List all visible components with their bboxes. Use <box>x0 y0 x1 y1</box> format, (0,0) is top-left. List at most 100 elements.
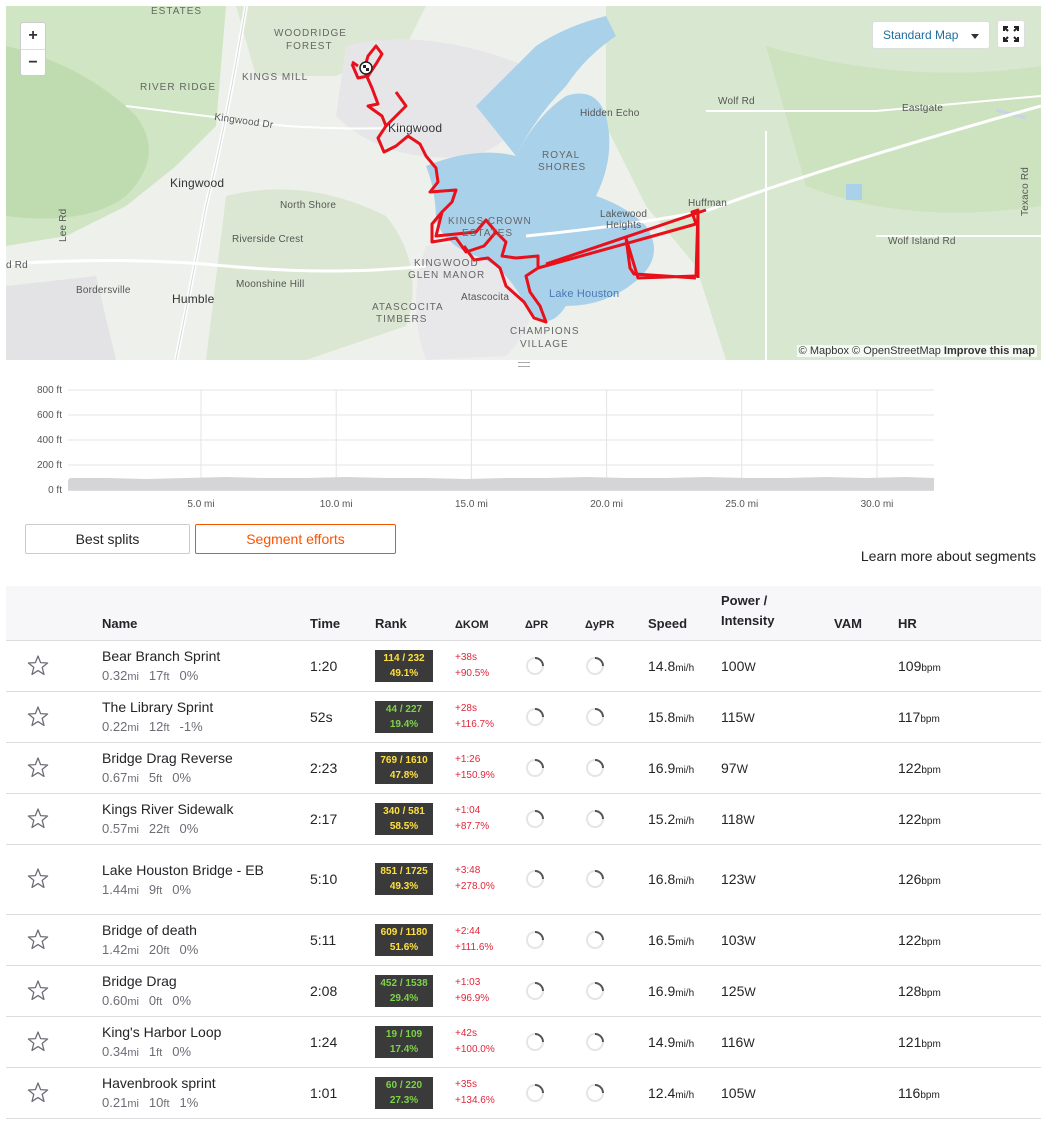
vam-cell <box>834 1016 898 1068</box>
table-row[interactable]: Havenbrook sprint 0.21mi 10ft 1% 1:01 60 / 22… <box>6 1067 1041 1119</box>
segment-elevation: 20 <box>148 942 164 957</box>
rank-cell: 452 / 1538 29.4% <box>375 965 455 1017</box>
rank-badge[interactable]: 340 / 581 58.5% <box>375 802 433 835</box>
segment-distance: 1.44 <box>102 881 128 897</box>
star-icon[interactable] <box>26 928 50 952</box>
star-icon[interactable] <box>26 705 50 729</box>
dkom-percent: +116.7% <box>455 718 495 730</box>
dkom-cell: +1:04 +87.7% <box>455 793 525 845</box>
segment-distance: 0.32 <box>102 668 128 683</box>
zoom-control: + − <box>20 22 46 76</box>
segment-name-link[interactable]: Bear Branch Sprint <box>102 648 310 665</box>
star-icon[interactable] <box>26 654 50 678</box>
map-label: SHORES <box>538 162 587 173</box>
hr-column-header[interactable]: HR <box>898 586 1041 641</box>
segment-name-link[interactable]: Havenbrook sprint <box>102 1075 310 1092</box>
fullscreen-button[interactable] <box>997 20 1025 48</box>
map-label: VILLAGE <box>520 339 569 350</box>
segment-name-cell: King's Harbor Loop 0.34mi 1ft 0% <box>102 1016 310 1068</box>
power-column-header[interactable]: Power / Intensity <box>721 586 834 641</box>
segment-name-link[interactable]: The Library Sprint <box>102 699 310 716</box>
dkom-percent: +134.6% <box>455 1094 495 1106</box>
table-row[interactable]: The Library Sprint 0.22mi 12ft -1% 52s 44 / 2… <box>6 691 1041 743</box>
zoom-out-button[interactable]: − <box>21 49 45 75</box>
elevation-chart[interactable]: 800 ft 600 ft 400 ft 200 ft 0 ft 5.0 mi 10.0 m… <box>6 374 1041 514</box>
vam-column-header[interactable]: VAM <box>834 586 898 641</box>
segment-name-link[interactable]: King's Harbor Loop <box>102 1024 310 1041</box>
table-row[interactable]: Lake Houston Bridge - EB 1.44mi 9ft 0% 5:10 8… <box>6 844 1041 915</box>
map-style-label: Standard Map <box>883 28 959 42</box>
distance-unit: mi <box>127 824 139 836</box>
table-row[interactable]: Bridge of death 1.42mi 20ft 0% 5:11 609 / 118… <box>6 914 1041 966</box>
rank-badge[interactable]: 452 / 1538 29.4% <box>375 974 433 1007</box>
star-icon[interactable] <box>26 1081 50 1105</box>
table-row[interactable]: Kings River Sidewalk 0.57mi 22ft 0% 2:17 340 … <box>6 793 1041 845</box>
vam-cell <box>834 640 898 692</box>
segment-name-link[interactable]: Kings River Sidewalk <box>102 801 310 818</box>
rank-badge[interactable]: 609 / 1180 51.6% <box>375 923 433 956</box>
tab-best-splits[interactable]: Best splits <box>25 524 190 554</box>
power-cell: 116W <box>721 1016 834 1068</box>
star-icon[interactable] <box>26 807 50 831</box>
power-unit: W <box>743 1035 755 1050</box>
dpr-loading-icon <box>526 809 544 828</box>
rank-column-header[interactable]: Rank <box>375 586 455 641</box>
tab-segment-efforts[interactable]: Segment efforts <box>195 524 396 554</box>
dkom-percent: +87.7% <box>455 820 490 832</box>
table-row[interactable]: King's Harbor Loop 0.34mi 1ft 0% 1:24 19 / 10… <box>6 1016 1041 1068</box>
time-column-header[interactable]: Time <box>310 586 375 641</box>
segment-name-cell: Bridge Drag Reverse 0.67mi 5ft 0% <box>102 742 310 794</box>
map-label: Kingwood <box>170 176 225 190</box>
rank-badge[interactable]: 851 / 1725 49.3% <box>375 863 433 895</box>
route-map[interactable]: ESTATES WOODRIDGE FOREST KINGS MILL RIVE… <box>6 6 1041 360</box>
zoom-in-button[interactable]: + <box>21 23 45 49</box>
map-label: CHAMPIONS <box>510 326 580 337</box>
star-icon[interactable] <box>26 1030 50 1054</box>
rank-cell: 609 / 1180 51.6% <box>375 914 455 966</box>
dkom-time: +35s <box>455 1078 477 1090</box>
star-icon[interactable] <box>26 756 50 780</box>
rank-badge[interactable]: 19 / 109 17.4% <box>375 1025 433 1058</box>
hr-value: 109 <box>898 657 922 674</box>
star-icon[interactable] <box>26 867 50 891</box>
distance-unit: mi <box>127 773 139 785</box>
segment-name-link[interactable]: Bridge Drag Reverse <box>102 750 310 767</box>
map-style-dropdown[interactable]: Standard Map <box>872 21 990 49</box>
dkom-column-header[interactable]: ΔKOM <box>455 586 525 641</box>
mapbox-link[interactable]: © Mapbox <box>799 345 849 357</box>
segment-name-link[interactable]: Bridge Drag <box>102 973 310 990</box>
name-column-header[interactable]: Name <box>102 586 310 641</box>
map-label: Kingwood <box>388 121 443 135</box>
table-row[interactable]: Bridge Drag 0.60mi 0ft 0% 2:08 452 / 1538 29.4… <box>6 965 1041 1017</box>
speed-value: 14.9 <box>648 1033 676 1050</box>
speed-value: 15.8 <box>648 708 676 725</box>
segment-time: 1:24 <box>310 1016 375 1068</box>
map-resize-handle[interactable] <box>518 362 530 367</box>
dpr-cell <box>525 640 585 692</box>
dkom-cell: +1:03 +96.9% <box>455 965 525 1017</box>
segment-name-link[interactable]: Bridge of death <box>102 922 310 939</box>
segment-stats: 0.34mi 1ft 0% <box>102 1044 310 1059</box>
rank-badge[interactable]: 769 / 1610 47.8% <box>375 751 433 784</box>
speed-column-header[interactable]: Speed <box>648 586 721 641</box>
segment-name-link[interactable]: Lake Houston Bridge - EB <box>102 862 310 879</box>
learn-more-segments-link[interactable]: Learn more about segments <box>861 548 1036 564</box>
power-cell: 118W <box>721 793 834 845</box>
table-row[interactable]: Bridge Drag Reverse 0.67mi 5ft 0% 2:23 769 / … <box>6 742 1041 794</box>
table-row[interactable]: Bear Branch Sprint 0.32mi 17ft 0% 1:20 114 / … <box>6 640 1041 692</box>
dkom-cell: +28s +116.7% <box>455 691 525 743</box>
star-icon[interactable] <box>26 979 50 1003</box>
rank-badge[interactable]: 60 / 220 27.3% <box>375 1076 433 1109</box>
dypr-column-header[interactable]: ΔyPR <box>585 586 648 641</box>
map-label: FOREST <box>286 41 333 52</box>
rank-percent: 29.4% <box>389 992 419 1004</box>
osm-link[interactable]: © OpenStreetMap <box>852 345 941 357</box>
map-label: Riverside Crest <box>232 234 304 245</box>
hr-value: 117 <box>898 708 921 725</box>
rank-badge[interactable]: 114 / 232 49.1% <box>375 649 433 682</box>
dpr-column-header[interactable]: ΔPR <box>525 586 585 641</box>
dpr-loading-icon <box>526 707 544 726</box>
improve-map-link[interactable]: Improve this map <box>944 345 1035 357</box>
rank-badge[interactable]: 44 / 227 19.4% <box>375 700 433 733</box>
distance-unit: mi <box>127 1047 139 1059</box>
